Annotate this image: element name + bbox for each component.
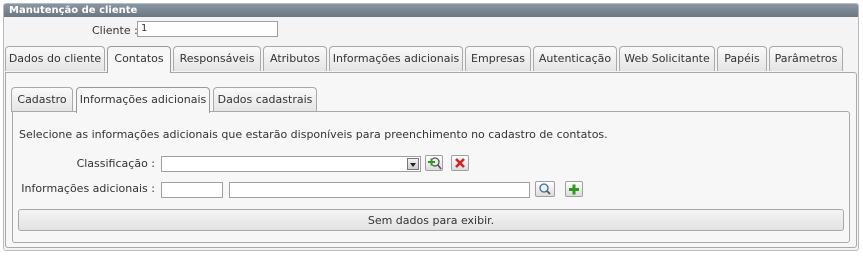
informacoes-adicionais-label: Informações adicionais : (21, 182, 155, 195)
form-description: Selecione as informações adicionais que … (19, 128, 608, 141)
chevron-down-icon[interactable] (407, 158, 419, 170)
client-label: Cliente : (92, 24, 138, 37)
subtab-dados-cadastrais[interactable]: Dados cadastrais (213, 87, 317, 112)
remove-classification-button[interactable] (451, 155, 469, 171)
delete-x-icon (455, 158, 465, 168)
tab-papeis[interactable]: Papéis (717, 46, 767, 71)
tab-parametros[interactable]: Parâmetros (769, 46, 843, 71)
informacoes-adicionais-panel: Selecione as informações adicionais que … (12, 111, 850, 243)
subtab-informacoes-adicionais[interactable]: Informações adicionais (76, 87, 210, 113)
subtab-cadastro[interactable]: Cadastro (11, 87, 73, 112)
classificacao-select[interactable] (161, 156, 421, 172)
empty-grid-message: Sem dados para exibir. (18, 209, 844, 231)
add-classification-button[interactable] (425, 155, 443, 171)
tab-informacoes-adicionais[interactable]: Informações adicionais (329, 46, 463, 71)
tab-web-solicitante[interactable]: Web Solicitante (619, 46, 715, 71)
client-maintenance-panel: Manutenção de cliente Cliente : 1 Dados … (3, 3, 859, 251)
info-code-input[interactable] (161, 182, 223, 198)
client-input[interactable]: 1 (137, 21, 278, 37)
tab-atributos[interactable]: Atributos (263, 46, 327, 71)
tab-dados-do-cliente[interactable]: Dados do cliente (5, 46, 105, 71)
tab-autenticacao[interactable]: Autenticação (533, 46, 617, 71)
tab-responsaveis[interactable]: Responsáveis (173, 46, 261, 71)
info-description-input[interactable] (229, 182, 530, 198)
contatos-tab-content: Cadastro Informações adicionais Dados ca… (5, 72, 857, 248)
client-row: Cliente : 1 (4, 20, 858, 40)
plus-icon (569, 184, 579, 195)
magnifier-icon (539, 183, 551, 195)
add-info-button[interactable] (565, 181, 583, 197)
classificacao-label: Classificação : (76, 157, 155, 170)
window-title: Manutenção de cliente (4, 4, 858, 17)
search-info-button[interactable] (535, 181, 555, 197)
tab-contatos[interactable]: Contatos (107, 46, 171, 73)
add-search-icon (428, 157, 442, 170)
tab-empresas[interactable]: Empresas (465, 46, 531, 71)
